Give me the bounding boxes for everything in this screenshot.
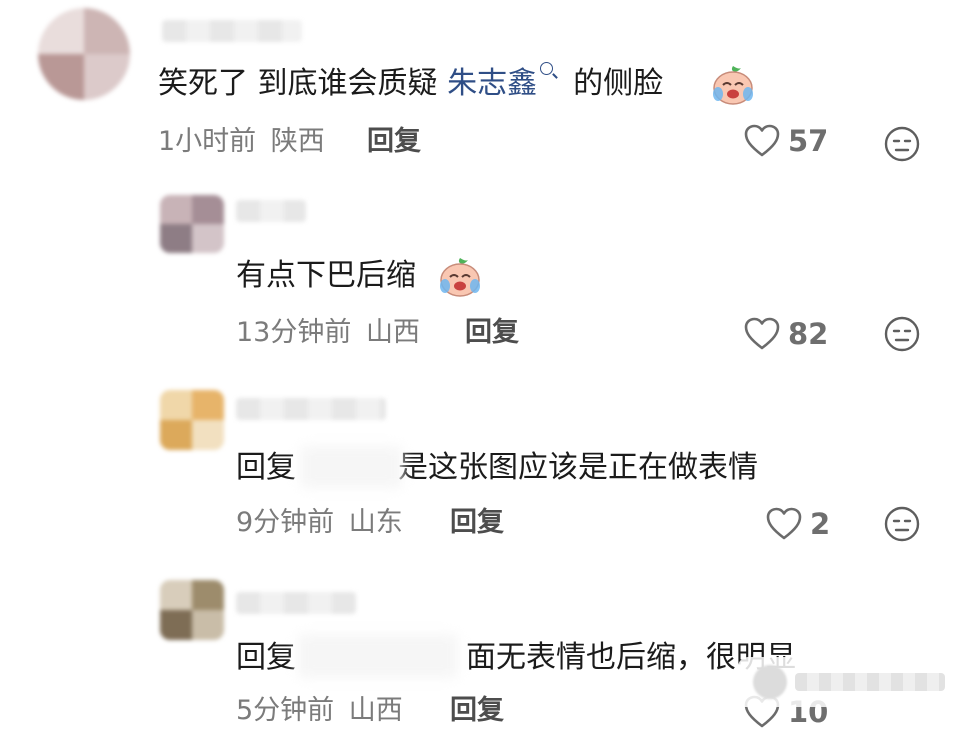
like-button[interactable]: 82 bbox=[744, 317, 828, 351]
comment-text-part: 是这张图应该是正在做表情 bbox=[398, 450, 758, 485]
like-button[interactable]: 57 bbox=[744, 124, 828, 158]
username-blurred[interactable] bbox=[236, 398, 386, 420]
like-count: 2 bbox=[810, 507, 831, 541]
comment-time: 13分钟前 bbox=[236, 317, 352, 348]
avatar[interactable] bbox=[160, 195, 224, 253]
reply-button[interactable]: 回复 bbox=[450, 694, 504, 728]
comment-location: 山西 bbox=[348, 695, 403, 726]
crying-laughing-emoji-icon bbox=[440, 258, 480, 297]
search-icon bbox=[540, 62, 554, 75]
comment-location: 山东 bbox=[348, 507, 403, 538]
comment-text: 笑死了 到底谁会质疑 朱志鑫 的侧脸 bbox=[158, 62, 664, 104]
comment-location: 山西 bbox=[365, 317, 420, 348]
comment-time: 5分钟前 bbox=[236, 695, 335, 726]
privacy-mask bbox=[298, 634, 458, 678]
comment-meta: 13分钟前 山西 bbox=[236, 316, 420, 350]
expressionless-face-icon[interactable] bbox=[884, 506, 920, 542]
username-blurred[interactable] bbox=[236, 592, 356, 614]
heart-outline-icon bbox=[766, 507, 802, 540]
like-count: 57 bbox=[788, 124, 829, 158]
username-blurred[interactable] bbox=[162, 20, 302, 42]
like-count: 82 bbox=[788, 317, 829, 351]
expressionless-face-icon[interactable] bbox=[884, 126, 920, 162]
crying-laughing-emoji-icon bbox=[713, 66, 753, 105]
comment-text: 有点下巴后缩 bbox=[236, 258, 416, 293]
comment-text-part: 笑死了 到底谁会质疑 bbox=[158, 66, 448, 101]
expressionless-face-icon[interactable] bbox=[884, 316, 920, 352]
avatar[interactable] bbox=[160, 580, 224, 640]
comment-time: 9分钟前 bbox=[236, 507, 335, 538]
reply-prefix: 回复 bbox=[236, 450, 296, 485]
avatar[interactable] bbox=[38, 8, 130, 100]
watermark-text-blurred bbox=[795, 673, 945, 691]
heart-outline-icon bbox=[744, 317, 780, 350]
avatar[interactable] bbox=[160, 390, 224, 450]
privacy-mask bbox=[300, 446, 402, 488]
comment-location: 陕西 bbox=[270, 126, 325, 157]
reply-button[interactable]: 回复 bbox=[367, 125, 421, 159]
comment-meta: 5分钟前 山西 bbox=[236, 694, 403, 728]
comment-meta: 9分钟前 山东 bbox=[236, 506, 403, 540]
watermark bbox=[738, 657, 960, 707]
username-blurred[interactable] bbox=[236, 200, 306, 222]
comment-meta: 1小时前 陕西 bbox=[158, 125, 325, 159]
reply-button[interactable]: 回复 bbox=[465, 316, 519, 350]
like-button[interactable]: 2 bbox=[766, 507, 830, 541]
mention-link[interactable]: 朱志鑫 bbox=[447, 66, 537, 101]
comment-time: 1小时前 bbox=[158, 126, 257, 157]
reply-button[interactable]: 回复 bbox=[450, 506, 504, 540]
comment-text-part: 的侧脸 bbox=[573, 66, 664, 101]
heart-outline-icon bbox=[744, 124, 780, 157]
reply-prefix: 回复 bbox=[236, 640, 296, 675]
watermark-avatar bbox=[753, 665, 787, 699]
